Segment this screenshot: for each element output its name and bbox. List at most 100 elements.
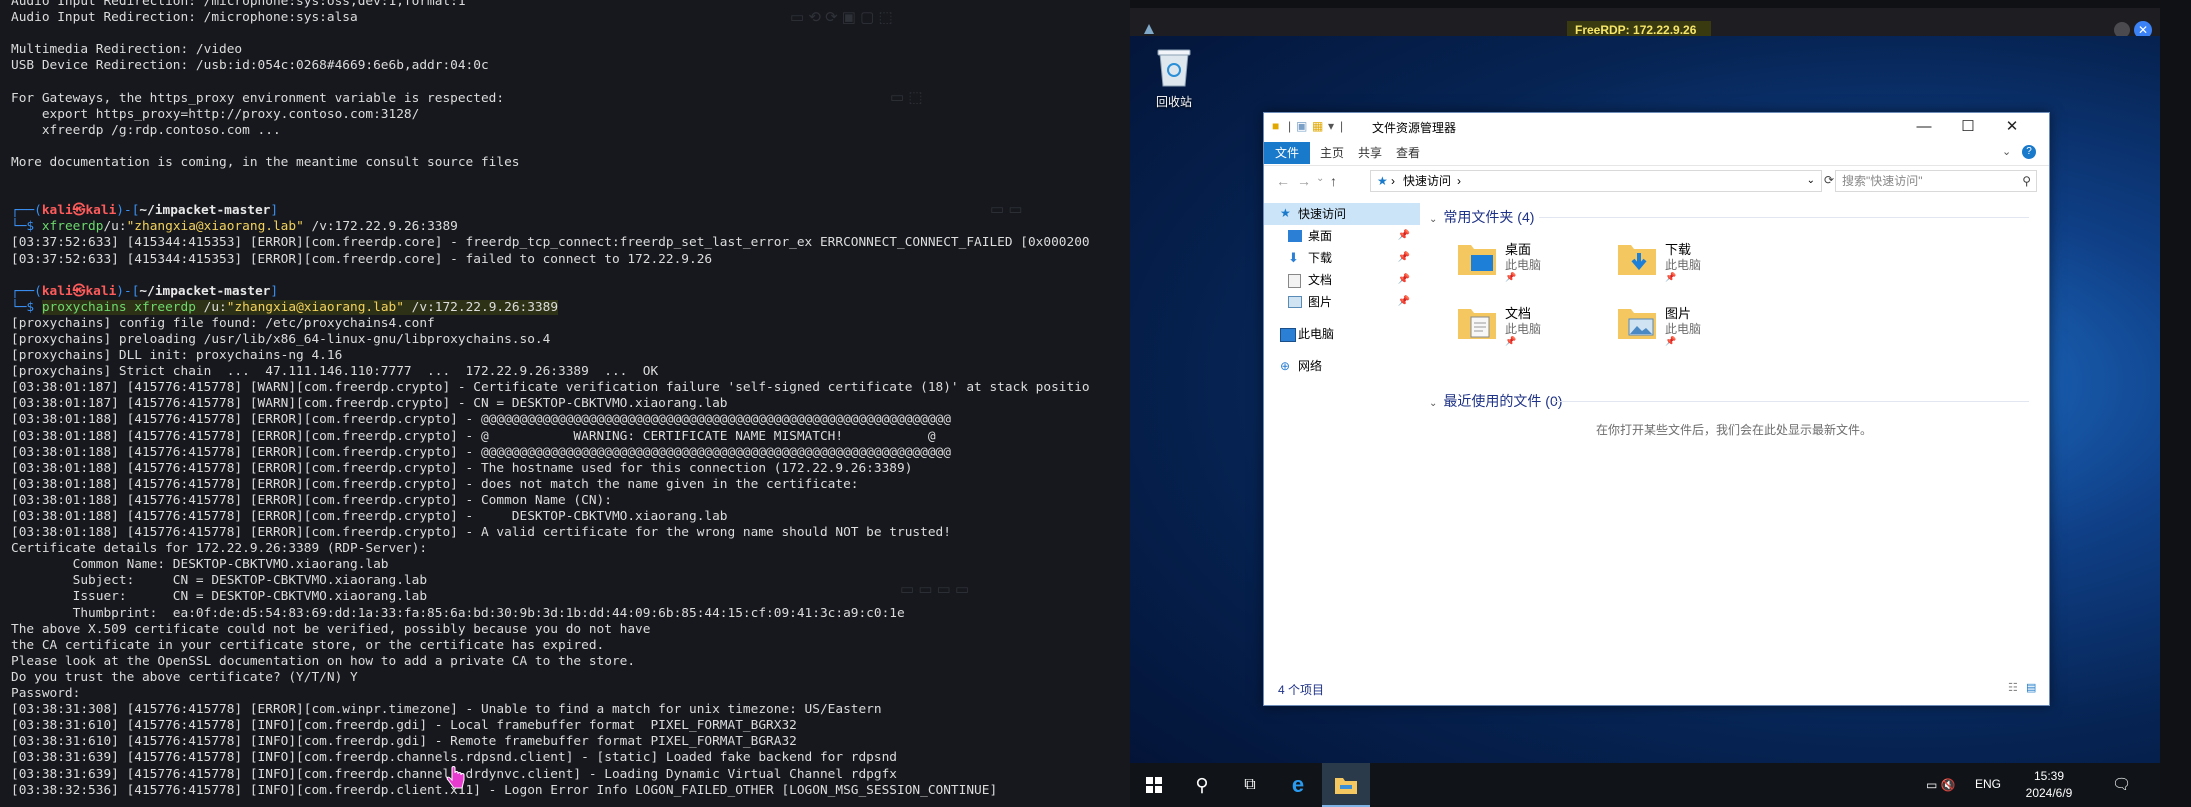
recycle-bin[interactable]: 回收站 [1142, 46, 1206, 110]
output-text: [03:38:01:187] [415776:415778] [WARN][co… [11, 396, 728, 412]
folder-location: 此电脑 [1665, 322, 1702, 336]
output-text: Please look at the OpenSSL documentation… [11, 653, 636, 669]
output-text: [03:38:01:188] [415776:415778] [ERROR][c… [11, 444, 951, 460]
output-text: xfreerdp /g:rdp.contoso.com ... [11, 122, 281, 138]
output-text: [03:38:01:188] [415776:415778] [ERROR][c… [11, 428, 936, 444]
file-explorer-icon [1335, 778, 1357, 794]
taskbar-clock[interactable]: 15:39 2024/6/9 [2021, 768, 2077, 802]
close-icon[interactable]: ✕ [1990, 113, 2034, 141]
recent-files-header[interactable]: ⌄ 最近使用的文件 (0) [1429, 391, 1562, 411]
back-arrow-icon[interactable]: ← [1276, 173, 1290, 189]
command-arg: /v:172.22.9.26:3389 [403, 299, 559, 315]
navigation-pane: ★ 快速访问 桌面 📌 ⬇ 下载 📌 文档 📌 图片 📌 此电脑 ⊕ 网络 [1264, 203, 1424, 643]
tiles-view-icon[interactable]: ▤ [2026, 681, 2036, 694]
output-text: export https_proxy=http://proxy.contoso.… [11, 106, 420, 122]
terminal-line: [03:38:31:610] [415776:415778] [INFO][co… [11, 718, 1090, 734]
terminal-window[interactable]: ▭ ⟲ ⟳ ▣ ▢ ⬚ ▭ ⬚ ▭ ▭ ▭ ▭ ▭ ▭ ▭ Audio Inpu… [0, 0, 1130, 807]
terminal-line: [03:38:01:187] [415776:415778] [WARN][co… [11, 380, 1090, 396]
terminal-line: xfreerdp /g:rdp.contoso.com ... [11, 123, 1090, 139]
nav-item-this-pc[interactable]: 此电脑 [1264, 323, 1420, 345]
forward-arrow-icon[interactable]: → [1297, 173, 1311, 189]
freerdp-titlebar[interactable]: FreeRDP: 172.22.9.26 ✕ [1130, 8, 2160, 39]
nav-item-pictures[interactable]: 图片 📌 [1264, 291, 1420, 313]
task-view-icon[interactable]: ⧉ [1226, 763, 1274, 807]
folder-tile-downloads[interactable]: 下载 此电脑 📌 [1617, 235, 1837, 287]
output-text: [03:38:31:308] [415776:415778] [ERROR][c… [11, 702, 882, 718]
refresh-icon[interactable]: ⟳ [1824, 173, 1834, 187]
up-arrow-icon[interactable]: ↑ [1330, 173, 1337, 189]
pin-icon: 📌 [1505, 272, 1517, 282]
nav-item-downloads[interactable]: ⬇ 下载 📌 [1264, 247, 1420, 269]
file-explorer-window[interactable]: ■ | ▣ ▦ ▾ | 文件资源管理器 — ☐ ✕ 文件 主页 共享 查看 ⌄ … [1263, 112, 2050, 706]
help-icon[interactable]: ? [2022, 145, 2036, 159]
language-indicator[interactable]: ENG [1975, 777, 2001, 791]
search-input[interactable]: 搜索"快速访问" ⚲ [1835, 170, 2037, 192]
output-text: [03:38:01:187] [415776:415778] [WARN][co… [11, 380, 1090, 396]
divider [1553, 401, 2029, 402]
downloads-folder-icon [1618, 245, 1656, 275]
group-title: 常用文件夹 (4) [1443, 209, 1535, 225]
tab-view[interactable]: 查看 [1385, 142, 1431, 164]
divider: | [1340, 119, 1344, 133]
tray-icons[interactable]: ▭ 🔇 [1926, 778, 1956, 792]
properties-icon[interactable]: ▣ [1296, 119, 1307, 133]
nav-label: 此电脑 [1298, 327, 1335, 341]
content-pane: ⌄ 常用文件夹 (4) 桌面 此电脑 📌 下载 此电脑 📌 文档 此电脑 📌 图… [1429, 201, 2039, 641]
freerdp-window[interactable]: FreeRDP: 172.22.9.26 ✕ 回收站 ■ | ▣ ▦ ▾ | 文… [1130, 0, 2191, 807]
pin-icon: 📌 [1665, 336, 1677, 346]
edge-browser-icon[interactable]: e [1274, 763, 1322, 807]
divider: | [1288, 119, 1292, 133]
details-view-icon[interactable]: ☷ [2008, 681, 2018, 694]
terminal-line: [03:38:31:308] [415776:415778] [ERROR][c… [11, 702, 1090, 718]
start-button[interactable] [1130, 763, 1178, 807]
remote-desktop[interactable]: 回收站 ■ | ▣ ▦ ▾ | 文件资源管理器 — ☐ ✕ 文件 主页 共享 查… [1130, 36, 2160, 807]
explorer-titlebar[interactable]: ■ | ▣ ▦ ▾ | 文件资源管理器 — ☐ ✕ [1264, 113, 2049, 141]
folder-tile-pictures[interactable]: 图片 此电脑 📌 [1617, 299, 1837, 351]
nav-label: 图片 [1308, 295, 1333, 309]
terminal-line: Audio Input Redirection: /microphone:sys… [11, 10, 1090, 26]
terminal-line: the CA certificate in your certificate s… [11, 638, 1090, 654]
terminal-line: Certificate details for 172.22.9.26:3389… [11, 541, 1090, 557]
terminal-line: [03:38:01:188] [415776:415778] [ERROR][c… [11, 461, 1090, 477]
chevron-down-icon[interactable]: ▾ [1328, 119, 1334, 133]
output-text: Common Name: DESKTOP-CBKTVMO.xiaorang.la… [11, 557, 389, 573]
command-program: proxychains [41, 299, 127, 315]
star-icon: ★ [1280, 206, 1291, 220]
chevron-down-icon[interactable]: ⌄ [2002, 145, 2011, 158]
chevron-down-icon[interactable]: ⌄ [1807, 171, 1815, 191]
computer-icon [1280, 328, 1296, 342]
terminal-line: [proxychains] DLL init: proxychains-ng 4… [11, 348, 1090, 364]
maximize-icon[interactable]: ☐ [1946, 113, 1990, 141]
folder-location: 此电脑 [1665, 258, 1702, 272]
chevron-down-icon[interactable]: ⌄ [1316, 173, 1324, 184]
nav-label: 桌面 [1308, 229, 1333, 243]
address-bar[interactable]: ★ › 快速访问 › ⌄ [1370, 170, 1822, 192]
nav-item-documents[interactable]: 文档 📌 [1264, 269, 1420, 291]
search-icon: ⚲ [2022, 174, 2031, 188]
new-folder-icon[interactable]: ▦ [1312, 119, 1323, 133]
pictures-folder-icon [1618, 309, 1656, 339]
clock-time: 15:39 [2033, 769, 2065, 783]
terminal-line: Common Name: DESKTOP-CBKTVMO.xiaorang.la… [11, 557, 1090, 573]
nav-item-network[interactable]: ⊕ 网络 [1264, 355, 1420, 377]
notification-icon[interactable]: 🗨 [2112, 775, 2131, 793]
pin-icon: 📌 [1397, 296, 1410, 307]
command-arg: /v:172.22.9.26:3389 [303, 219, 458, 235]
prompt-dir: ~/impacket-master [139, 283, 271, 299]
nav-item-desktop[interactable]: 桌面 📌 [1264, 225, 1420, 247]
search-icon[interactable]: ⚲ [1178, 763, 1226, 807]
nav-item-quick-access[interactable]: ★ 快速访问 [1264, 203, 1420, 225]
prompt-user: kali [41, 283, 73, 299]
terminal-line: [03:38:31:639] [415776:415778] [INFO][co… [11, 750, 1090, 766]
file-explorer-taskbar-button[interactable] [1322, 763, 1370, 807]
command-text: proxychains xfreerdp /u:"zhangxia@xiaora… [41, 299, 559, 315]
frequent-folders-header[interactable]: ⌄ 常用文件夹 (4) [1429, 207, 1534, 227]
pin-icon: 📌 [1397, 230, 1410, 241]
pin-icon: 📌 [1505, 336, 1517, 346]
output-text: [03:38:01:188] [415776:415778] [ERROR][c… [11, 476, 859, 492]
terminal-line: The above X.509 certificate could not be… [11, 622, 1090, 638]
minimize-icon[interactable]: — [1902, 113, 1946, 141]
tab-file[interactable]: 文件 [1264, 142, 1311, 164]
ribbon-tabs: 文件 主页 共享 查看 ⌄ ? [1264, 141, 2049, 166]
